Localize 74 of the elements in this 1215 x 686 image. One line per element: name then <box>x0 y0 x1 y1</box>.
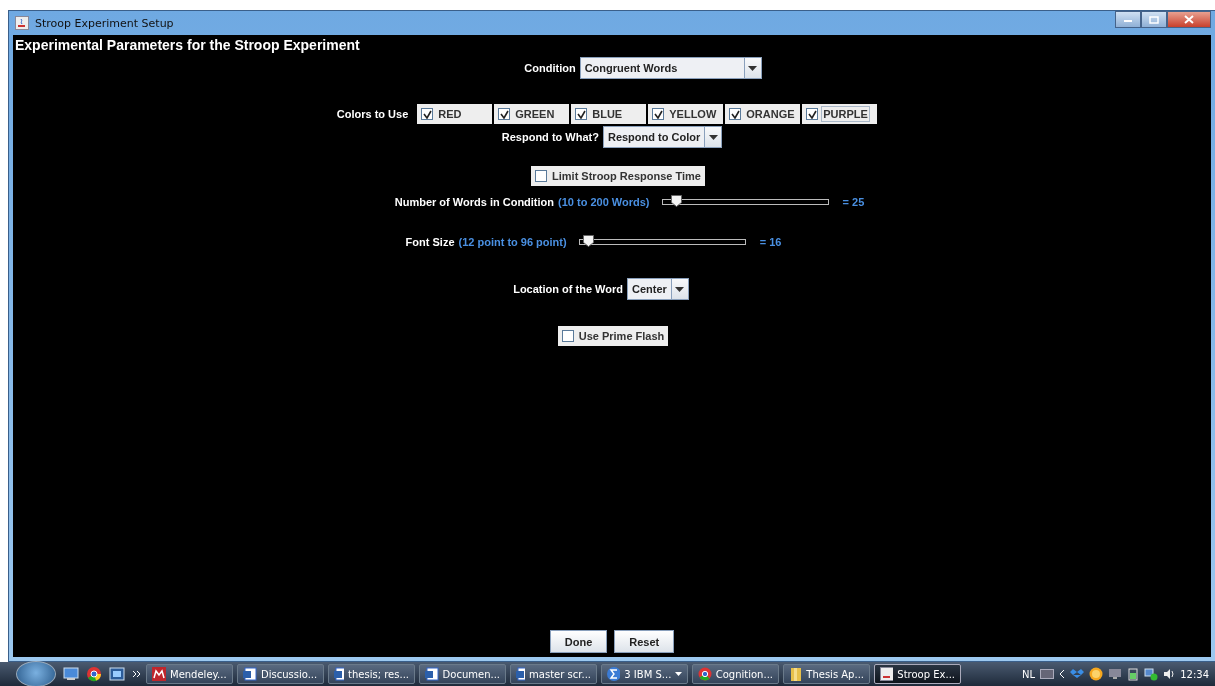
taskbar-button[interactable]: Cognition... <box>692 664 779 684</box>
circle-icon[interactable] <box>1089 667 1104 681</box>
m-logo-icon <box>152 667 166 681</box>
caret-icon <box>675 672 682 676</box>
chrome-icon <box>698 667 712 681</box>
maximize-button[interactable] <box>1141 11 1167 28</box>
color-checkbox[interactable]: YELLOW <box>647 103 725 125</box>
desktop-icon[interactable] <box>63 667 79 681</box>
slider-label: Number of Words in Condition <box>394 196 555 208</box>
close-button[interactable] <box>1167 11 1211 28</box>
color-checkbox[interactable]: PURPLE <box>801 103 879 125</box>
respond-dropdown[interactable]: Respond to Color <box>602 126 723 148</box>
window-switch-icon[interactable] <box>109 667 125 681</box>
speaker-icon[interactable] <box>1163 668 1176 680</box>
battery-icon[interactable] <box>1127 667 1140 681</box>
caret-icon <box>675 286 685 292</box>
reset-button[interactable]: Reset <box>614 630 675 653</box>
slider-value: = 16 <box>759 236 782 248</box>
window-title: Stroop Experiment Setup <box>35 16 174 30</box>
document-icon <box>425 667 439 681</box>
keyboard-icon[interactable] <box>1040 669 1055 679</box>
taskbar-button[interactable]: 3 IBM S... <box>601 664 688 684</box>
caret-icon <box>708 134 718 140</box>
sigma-icon <box>607 667 621 681</box>
start-button[interactable] <box>16 661 56 686</box>
minimize-button[interactable] <box>1115 11 1141 28</box>
close-icon <box>1184 15 1194 24</box>
maximize-icon <box>1149 15 1159 24</box>
document-icon <box>334 667 345 681</box>
colors-label: Colors to Use <box>336 108 409 120</box>
slider-thumb[interactable] <box>670 195 682 207</box>
limit-time-checkbox[interactable]: Limit Stroop Response Time <box>531 166 705 186</box>
condition-dropdown[interactable]: Congruent Words <box>579 57 762 79</box>
done-button[interactable]: Done <box>549 630 608 653</box>
language-indicator[interactable]: NL <box>1022 668 1036 680</box>
chrome-icon[interactable] <box>86 666 102 682</box>
folder-icon <box>789 667 803 681</box>
location-dropdown[interactable]: Center <box>626 278 689 300</box>
document-icon <box>243 667 257 681</box>
respond-label: Respond to What? <box>501 131 599 143</box>
chevron-icon[interactable] <box>1059 669 1066 679</box>
color-checkbox[interactable]: RED <box>416 103 494 125</box>
location-label: Location of the Word <box>513 283 623 295</box>
check-icon <box>807 109 817 119</box>
prime-flash-checkbox[interactable]: Use Prime Flash <box>557 326 669 346</box>
caret-icon <box>748 65 758 71</box>
chevron-icon[interactable] <box>132 670 142 678</box>
dropbox-icon[interactable] <box>1070 668 1085 680</box>
taskbar-button[interactable]: master scr... <box>510 664 597 684</box>
taskbar-button[interactable]: Mendeley... <box>146 664 233 684</box>
color-checkbox[interactable]: ORANGE <box>724 103 802 125</box>
taskbar-button[interactable]: Documen... <box>419 664 506 684</box>
monitor-icon[interactable] <box>1108 668 1123 680</box>
check-icon <box>576 109 586 119</box>
slider-value: = 25 <box>842 196 865 208</box>
taskbar-button[interactable]: Thesis Ap... <box>783 664 870 684</box>
check-icon <box>730 109 740 119</box>
document-icon <box>516 667 526 681</box>
clock[interactable]: 12:34 <box>1180 668 1209 680</box>
panel-heading: Experimental Parameters for the Stroop Experiment <box>14 36 360 53</box>
color-checkbox[interactable]: GREEN <box>493 103 571 125</box>
taskbar-button[interactable]: Stroop Ex... <box>874 664 961 684</box>
taskbar-button[interactable]: thesis; res... <box>328 664 415 684</box>
check-icon <box>653 109 663 119</box>
range-hint: (10 to 200 Words) <box>558 196 650 208</box>
check-icon <box>422 109 432 119</box>
slider-thumb[interactable] <box>582 235 594 247</box>
slider-label: Font Size <box>405 236 455 248</box>
color-checkbox[interactable]: BLUE <box>570 103 648 125</box>
check-icon <box>499 109 509 119</box>
condition-label: Condition <box>524 62 576 74</box>
network-icon[interactable] <box>1144 667 1159 681</box>
range-hint: (12 point to 96 point) <box>458 236 567 248</box>
taskbar-button[interactable]: Discussio... <box>237 664 324 684</box>
